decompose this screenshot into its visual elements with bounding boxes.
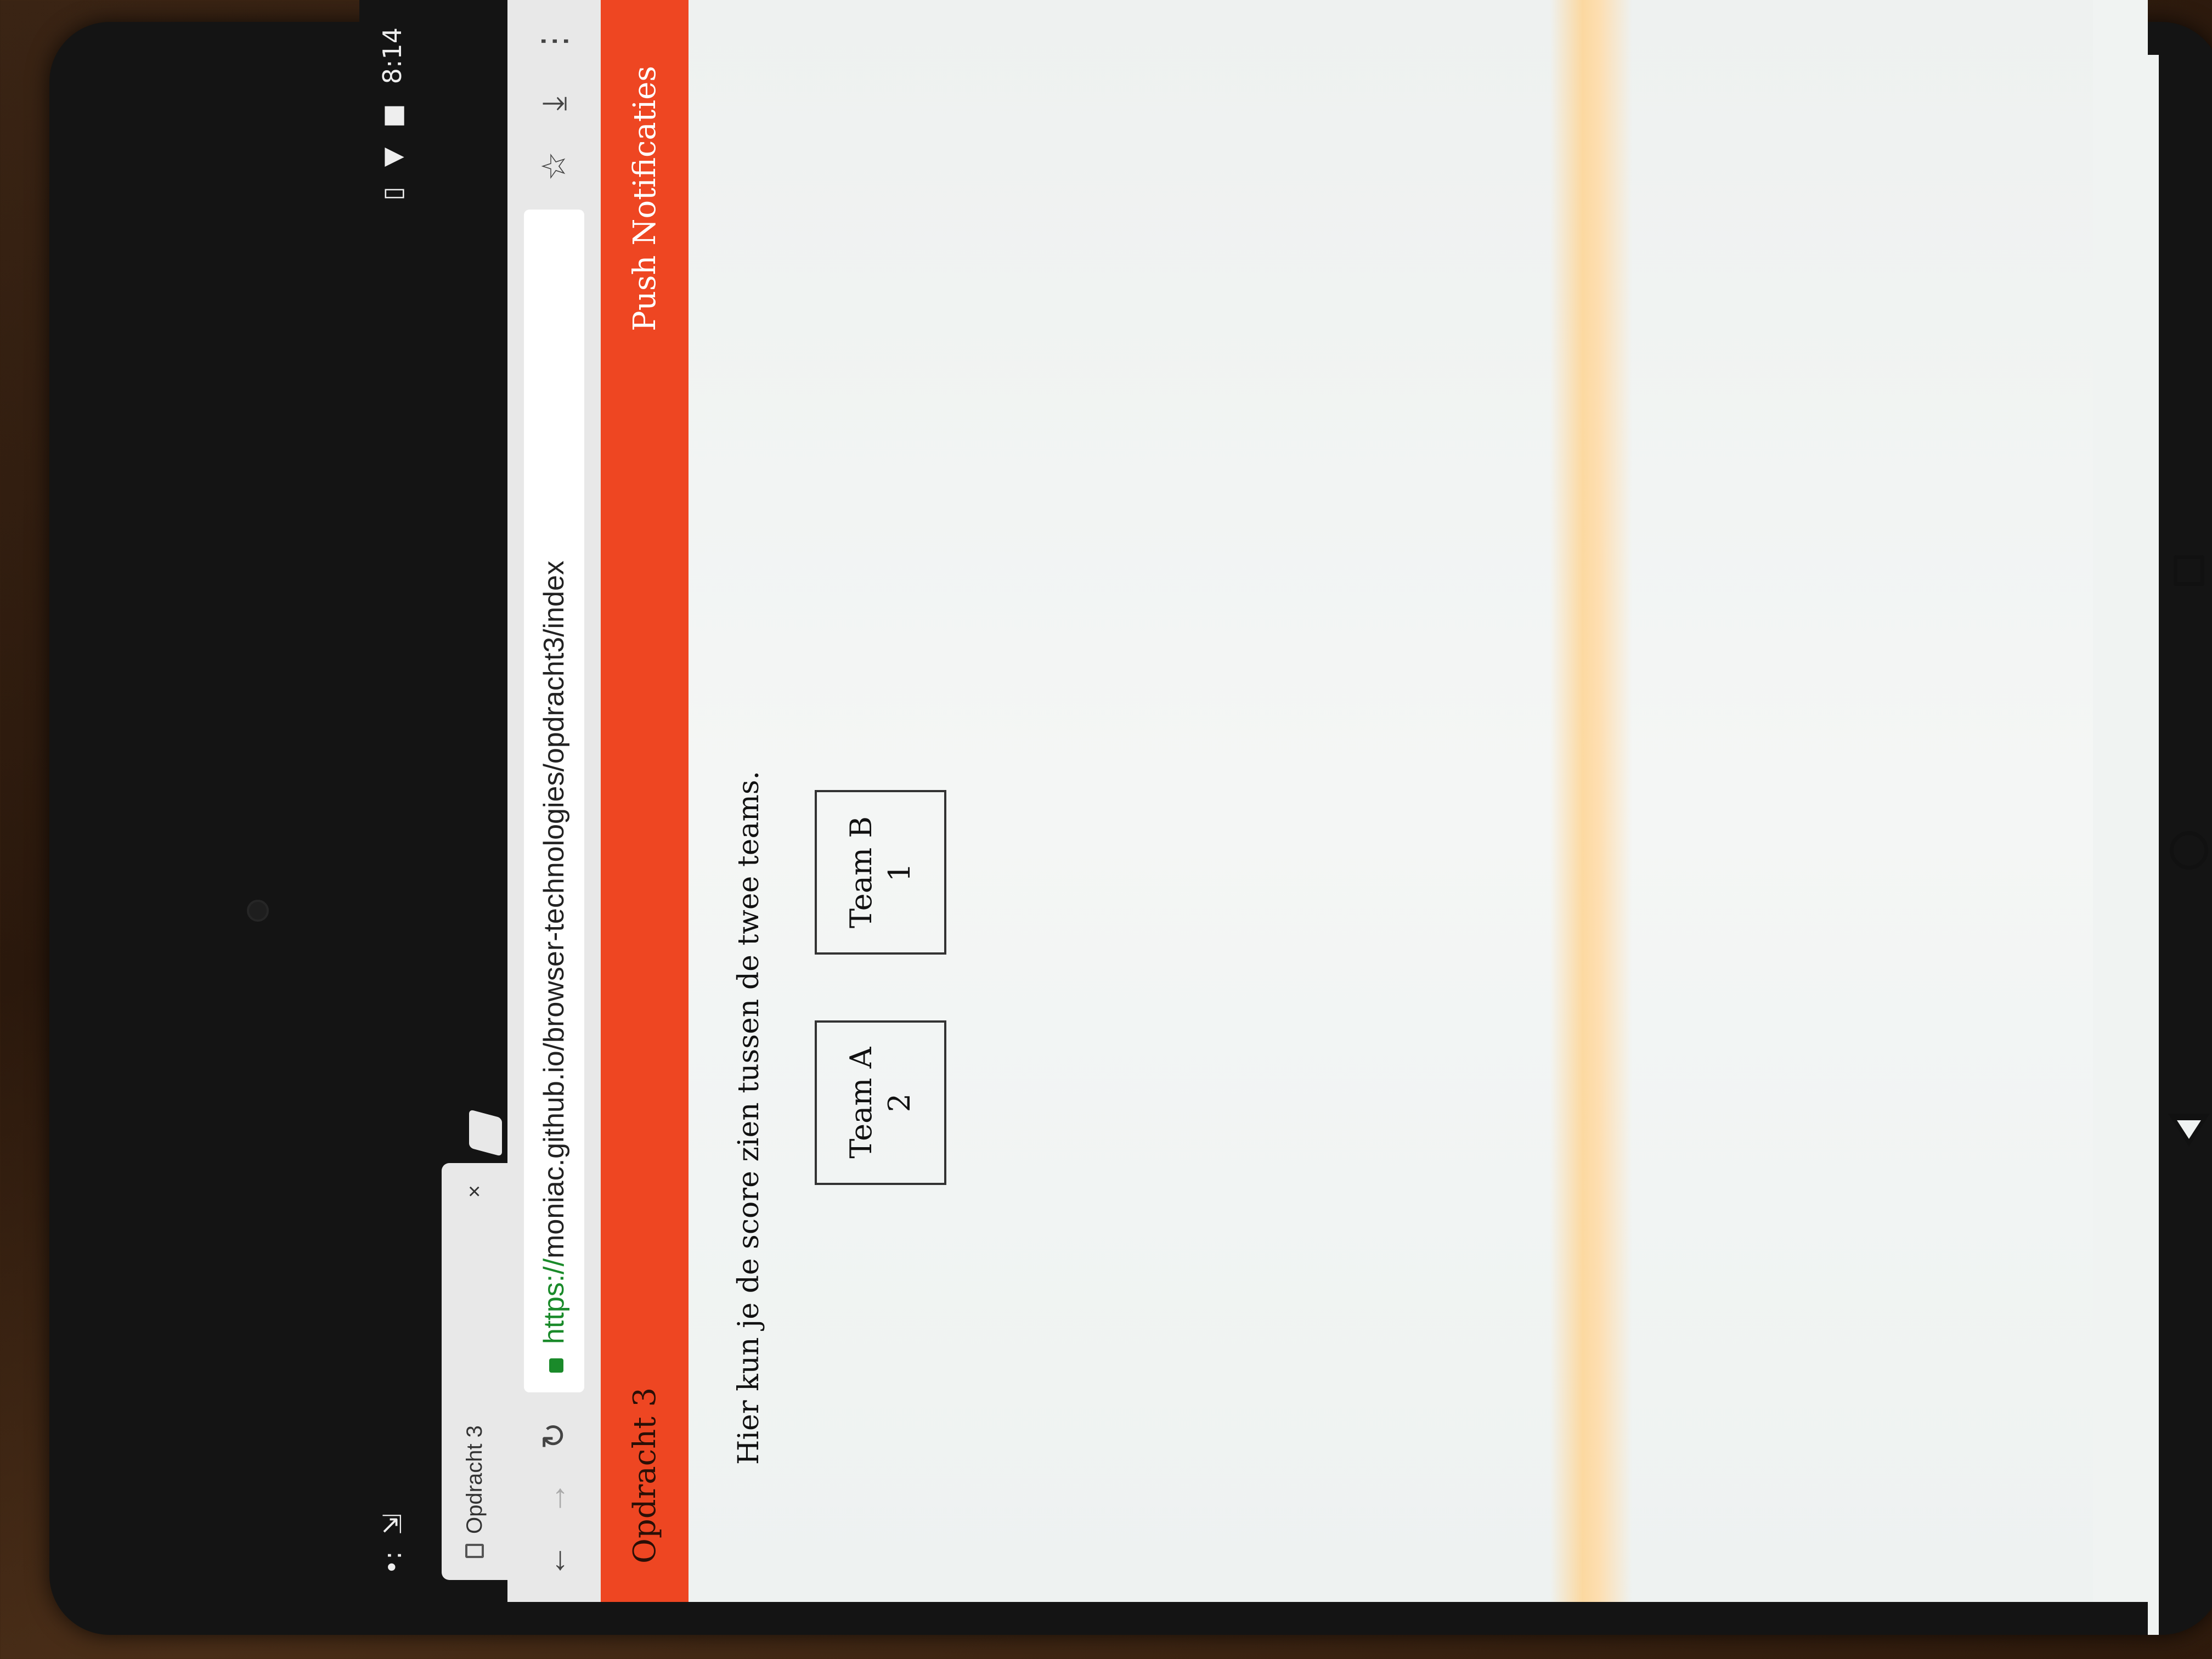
bookmark-star-icon[interactable]: ☆ (535, 147, 573, 185)
browser-tab[interactable]: Opdracht 3 × (442, 1163, 507, 1580)
tab-close-icon[interactable]: × (462, 1185, 487, 1198)
battery-icon: ■ (377, 104, 407, 128)
push-notifications-link[interactable]: Push Notificaties (627, 66, 663, 331)
team-a-card: Team A 2 (815, 1020, 946, 1185)
system-navigation-bar (2156, 549, 2212, 1152)
download-icon[interactable]: ⤓ (535, 84, 573, 123)
forward-arrow-icon[interactable]: → (535, 1479, 573, 1517)
status-bar: •: ⇲ ▯ ▼ ■ 8:14 (359, 0, 425, 1602)
page-content: Hier kun je de score zien tussen de twee… (689, 0, 2093, 1602)
device-screen: •: ⇲ ▯ ▼ ■ 8:14 Opdracht 3 × ← → ↻ https… (359, 0, 2148, 1602)
status-right: ▯ ▼ ■ 8:14 (377, 27, 407, 201)
intro-text: Hier kun je de score zien tussen de twee… (732, 770, 765, 1465)
score-board: Team A 2 Team B 1 (815, 790, 946, 1185)
team-b-name: Team B (843, 816, 878, 929)
reload-icon[interactable]: ↻ (535, 1417, 573, 1455)
home-circle-icon (2170, 831, 2208, 870)
team-a-name: Team A (843, 1047, 878, 1159)
back-triangle-icon (2168, 1114, 2210, 1147)
front-camera (247, 900, 269, 922)
tab-title: Opdracht 3 (462, 1425, 487, 1534)
url-scheme: https:// (538, 1258, 570, 1344)
back-arrow-icon[interactable]: ← (535, 1542, 573, 1580)
new-tab-button[interactable] (469, 1109, 502, 1157)
page-icon (465, 1544, 484, 1558)
home-button[interactable] (2167, 828, 2211, 872)
url-path: moniac.github.io/browser-technologies/op… (538, 561, 570, 1259)
status-left: •: ⇲ (377, 1514, 407, 1575)
address-bar[interactable]: https://moniac.github.io/browser-technol… (524, 210, 584, 1392)
team-b-score: 1 (882, 862, 917, 882)
recents-button[interactable] (2167, 549, 2211, 592)
vibrate-icon: ▯ (377, 187, 407, 201)
team-b-card: Team B 1 (815, 790, 946, 955)
team-a-score: 2 (882, 1093, 917, 1113)
menu-kebab-icon[interactable]: ⋮ (535, 22, 573, 60)
wifi-icon: ▼ (377, 147, 407, 167)
browser-toolbar: ← → ↻ https://moniac.github.io/browser-t… (507, 0, 601, 1602)
site-header: Opdracht 3 Push Notificaties (601, 0, 689, 1602)
notification-dots-icon: •: (377, 1551, 407, 1575)
tab-title-group: Opdracht 3 (462, 1425, 487, 1558)
lock-icon (549, 1358, 563, 1373)
url-text: https://moniac.github.io/browser-technol… (538, 561, 571, 1344)
site-brand-link[interactable]: Opdracht 3 (627, 1387, 663, 1564)
recents-square-icon (2174, 555, 2204, 586)
back-button[interactable] (2167, 1108, 2211, 1152)
light-glare (1550, 0, 1632, 1602)
status-time: 8:14 (377, 27, 407, 84)
download-notification-icon: ⇲ (377, 1513, 407, 1535)
tab-strip: Opdracht 3 × (425, 0, 507, 1602)
